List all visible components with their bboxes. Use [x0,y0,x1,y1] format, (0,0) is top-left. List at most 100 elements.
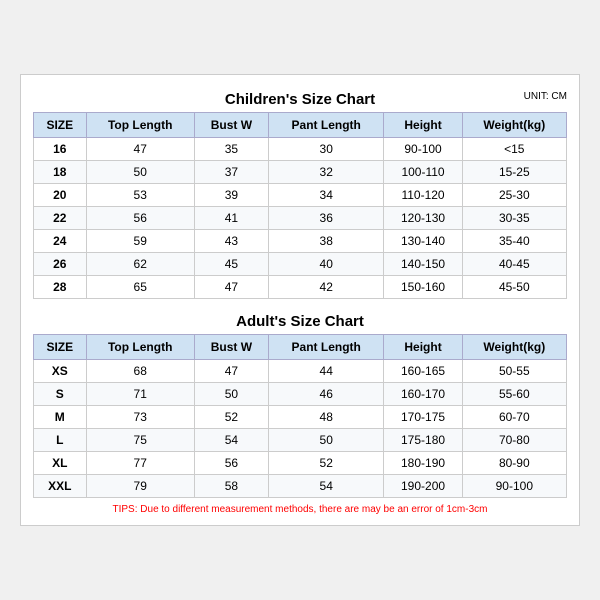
table-cell: 43 [194,230,268,253]
table-cell: 62 [86,253,194,276]
table-cell: 180-190 [384,452,462,475]
table-cell: 65 [86,276,194,299]
table-cell: 40-45 [462,253,566,276]
table-cell: 90-100 [384,138,462,161]
adult-table: SIZE Top Length Bust W Pant Length Heigh… [33,334,567,498]
table-cell: 20 [34,184,87,207]
table-cell: 58 [194,475,268,498]
col-header-weight-c: Weight(kg) [462,113,566,138]
table-cell: 48 [268,406,383,429]
adult-title-text: Adult's Size Chart [236,313,364,330]
table-cell: 24 [34,230,87,253]
col-header-height-a: Height [384,335,462,360]
table-row: L755450175-18070-80 [34,429,567,452]
table-cell: 41 [194,207,268,230]
col-header-bustw-a: Bust W [194,335,268,360]
table-cell: 40 [268,253,383,276]
table-cell: 75 [86,429,194,452]
table-cell: S [34,383,87,406]
table-cell: 46 [268,383,383,406]
table-cell: 47 [194,276,268,299]
table-cell: 32 [268,161,383,184]
col-header-size-a: SIZE [34,335,87,360]
table-cell: 71 [86,383,194,406]
table-cell: 170-175 [384,406,462,429]
table-cell: 79 [86,475,194,498]
table-cell: 100-110 [384,161,462,184]
col-header-toplength-a: Top Length [86,335,194,360]
table-cell: 130-140 [384,230,462,253]
table-row: 18503732100-11015-25 [34,161,567,184]
table-row: XL775652180-19080-90 [34,452,567,475]
table-cell: 36 [268,207,383,230]
table-cell: 35-40 [462,230,566,253]
table-cell: XS [34,360,87,383]
table-cell: XL [34,452,87,475]
table-cell: 150-160 [384,276,462,299]
col-header-size-c: SIZE [34,113,87,138]
table-cell: 120-130 [384,207,462,230]
table-cell: 30-35 [462,207,566,230]
table-cell: 45 [194,253,268,276]
col-header-toplength-c: Top Length [86,113,194,138]
table-cell: L [34,429,87,452]
table-cell: 47 [86,138,194,161]
table-cell: M [34,406,87,429]
table-cell: 55-60 [462,383,566,406]
table-row: 24594338130-14035-40 [34,230,567,253]
table-cell: 90-100 [462,475,566,498]
table-cell: 50 [86,161,194,184]
children-section-title: Children's Size Chart UNIT: CM [33,85,567,112]
col-header-pantlength-c: Pant Length [268,113,383,138]
adult-section-title: Adult's Size Chart [33,307,567,334]
col-header-bustw-c: Bust W [194,113,268,138]
unit-label: UNIT: CM [524,91,567,102]
table-cell: 15-25 [462,161,566,184]
table-cell: 50 [268,429,383,452]
col-header-pantlength-a: Pant Length [268,335,383,360]
table-cell: 56 [86,207,194,230]
table-cell: 53 [86,184,194,207]
table-cell: 52 [268,452,383,475]
table-cell: 77 [86,452,194,475]
table-row: XS684744160-16550-55 [34,360,567,383]
table-row: 20533934110-12025-30 [34,184,567,207]
table-cell: 60-70 [462,406,566,429]
table-cell: 73 [86,406,194,429]
table-cell: 16 [34,138,87,161]
table-row: 26624540140-15040-45 [34,253,567,276]
table-cell: 80-90 [462,452,566,475]
table-cell: 70-80 [462,429,566,452]
table-cell: 160-165 [384,360,462,383]
table-cell: 45-50 [462,276,566,299]
table-row: 22564136120-13030-35 [34,207,567,230]
table-cell: 18 [34,161,87,184]
table-cell: 38 [268,230,383,253]
table-cell: 37 [194,161,268,184]
table-cell: 190-200 [384,475,462,498]
table-cell: 42 [268,276,383,299]
table-row: 1647353090-100<15 [34,138,567,161]
table-cell: <15 [462,138,566,161]
table-cell: 34 [268,184,383,207]
table-cell: 50 [194,383,268,406]
table-cell: 175-180 [384,429,462,452]
table-cell: 47 [194,360,268,383]
table-cell: 30 [268,138,383,161]
col-header-weight-a: Weight(kg) [462,335,566,360]
table-cell: 44 [268,360,383,383]
table-row: XXL795854190-20090-100 [34,475,567,498]
col-header-height-c: Height [384,113,462,138]
table-cell: 59 [86,230,194,253]
table-cell: 50-55 [462,360,566,383]
table-cell: 35 [194,138,268,161]
table-cell: 52 [194,406,268,429]
table-cell: 26 [34,253,87,276]
table-cell: 54 [194,429,268,452]
table-cell: 28 [34,276,87,299]
table-cell: 140-150 [384,253,462,276]
table-cell: 110-120 [384,184,462,207]
table-cell: 56 [194,452,268,475]
tips-text: TIPS: Due to different measurement metho… [33,504,567,515]
children-title-text: Children's Size Chart [225,91,375,108]
